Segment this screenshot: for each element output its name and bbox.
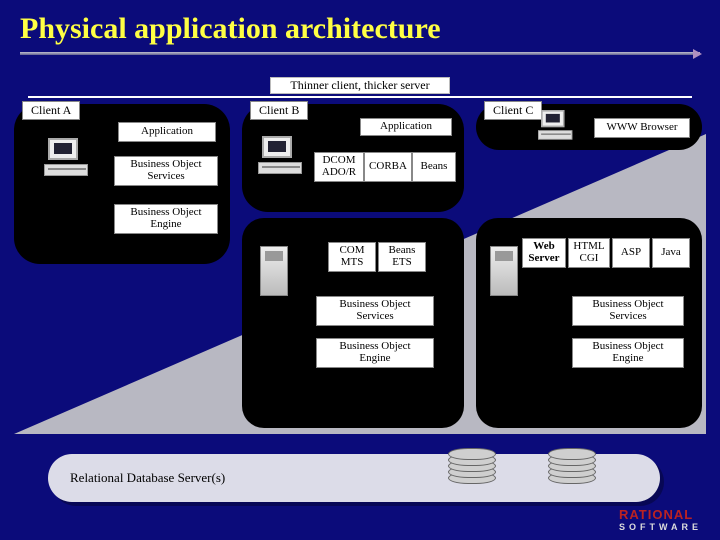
slide-title: Physical application architecture [0, 0, 720, 50]
db-stack-icon-1 [448, 448, 496, 494]
logo-sub: SOFTWARE [619, 522, 702, 532]
server-b-tower-icon [260, 246, 288, 296]
client-b-tech-dcom: DCOM ADO/R [314, 152, 364, 182]
server-b-services: Business Object Services [316, 296, 434, 326]
server-c-webserver: Web Server [522, 238, 566, 268]
client-c-tag: Client C [484, 101, 542, 120]
logo-brand: RATIONAL [619, 507, 693, 522]
server-c-tower-icon [490, 246, 518, 296]
server-b-panel: COM MTS Beans ETS Business Object Servic… [242, 218, 464, 428]
client-b-tag: Client B [250, 101, 308, 120]
title-rule [20, 52, 700, 55]
client-c-computer-icon [538, 110, 572, 141]
client-b-tech-beans: Beans [412, 152, 456, 182]
client-b-computer-icon [258, 136, 302, 176]
server-b-engine: Business Object Engine [316, 338, 434, 368]
server-b-beans-ets: Beans ETS [378, 242, 426, 272]
client-a-services: Business Object Services [114, 156, 218, 186]
client-a-panel: Client A Application Business Object Ser… [14, 104, 230, 264]
diagram-stage: Client A Application Business Object Ser… [14, 104, 706, 434]
rational-logo: RATIONAL SOFTWARE [619, 507, 702, 532]
client-a-tag: Client A [22, 101, 80, 120]
server-c-engine: Business Object Engine [572, 338, 684, 368]
axis-caption: Thinner client, thicker server [270, 77, 450, 94]
server-c-html-cgi: HTML CGI [568, 238, 610, 268]
server-b-com-mts: COM MTS [328, 242, 376, 272]
client-c-browser: WWW Browser [594, 118, 690, 138]
client-b-tech-corba: CORBA [364, 152, 412, 182]
client-a-engine: Business Object Engine [114, 204, 218, 234]
axis-line [28, 96, 692, 98]
db-footer-bar: Relational Database Server(s) [48, 454, 660, 502]
client-b-panel: Client B Application DCOM ADO/R CORBA Be… [242, 104, 464, 212]
server-c-java: Java [652, 238, 690, 268]
client-a-computer-icon [44, 138, 88, 178]
server-c-asp: ASP [612, 238, 650, 268]
db-stack-icon-2 [548, 448, 596, 494]
server-c-services: Business Object Services [572, 296, 684, 326]
server-c-panel: Web Server HTML CGI ASP Java Business Ob… [476, 218, 702, 428]
client-c-panel: Client C WWW Browser [476, 104, 702, 150]
client-b-application: Application [360, 118, 452, 136]
client-a-application: Application [118, 122, 216, 142]
db-footer-label: Relational Database Server(s) [70, 470, 225, 486]
